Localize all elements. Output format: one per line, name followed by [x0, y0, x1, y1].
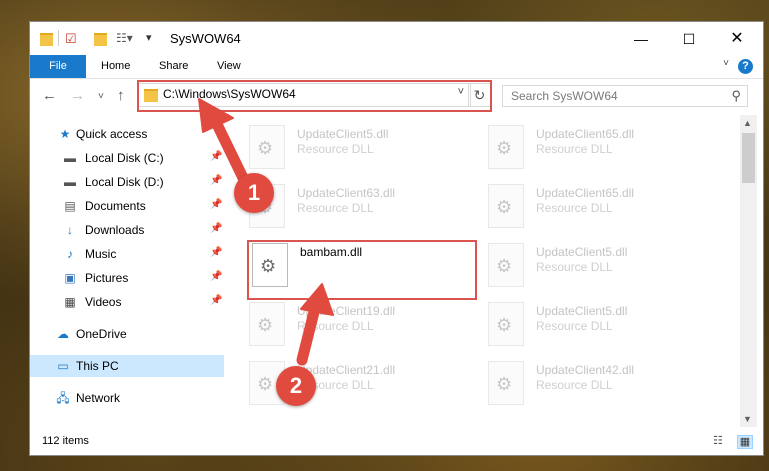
- arrow-1-shaft: [208, 112, 252, 190]
- callout-arrows: [198, 98, 334, 366]
- callout-badge-2: 2: [276, 366, 316, 406]
- arrow-2-shaft: [296, 302, 321, 366]
- arrow-2-head: [300, 283, 334, 316]
- callout-badge-1: 1: [234, 173, 274, 213]
